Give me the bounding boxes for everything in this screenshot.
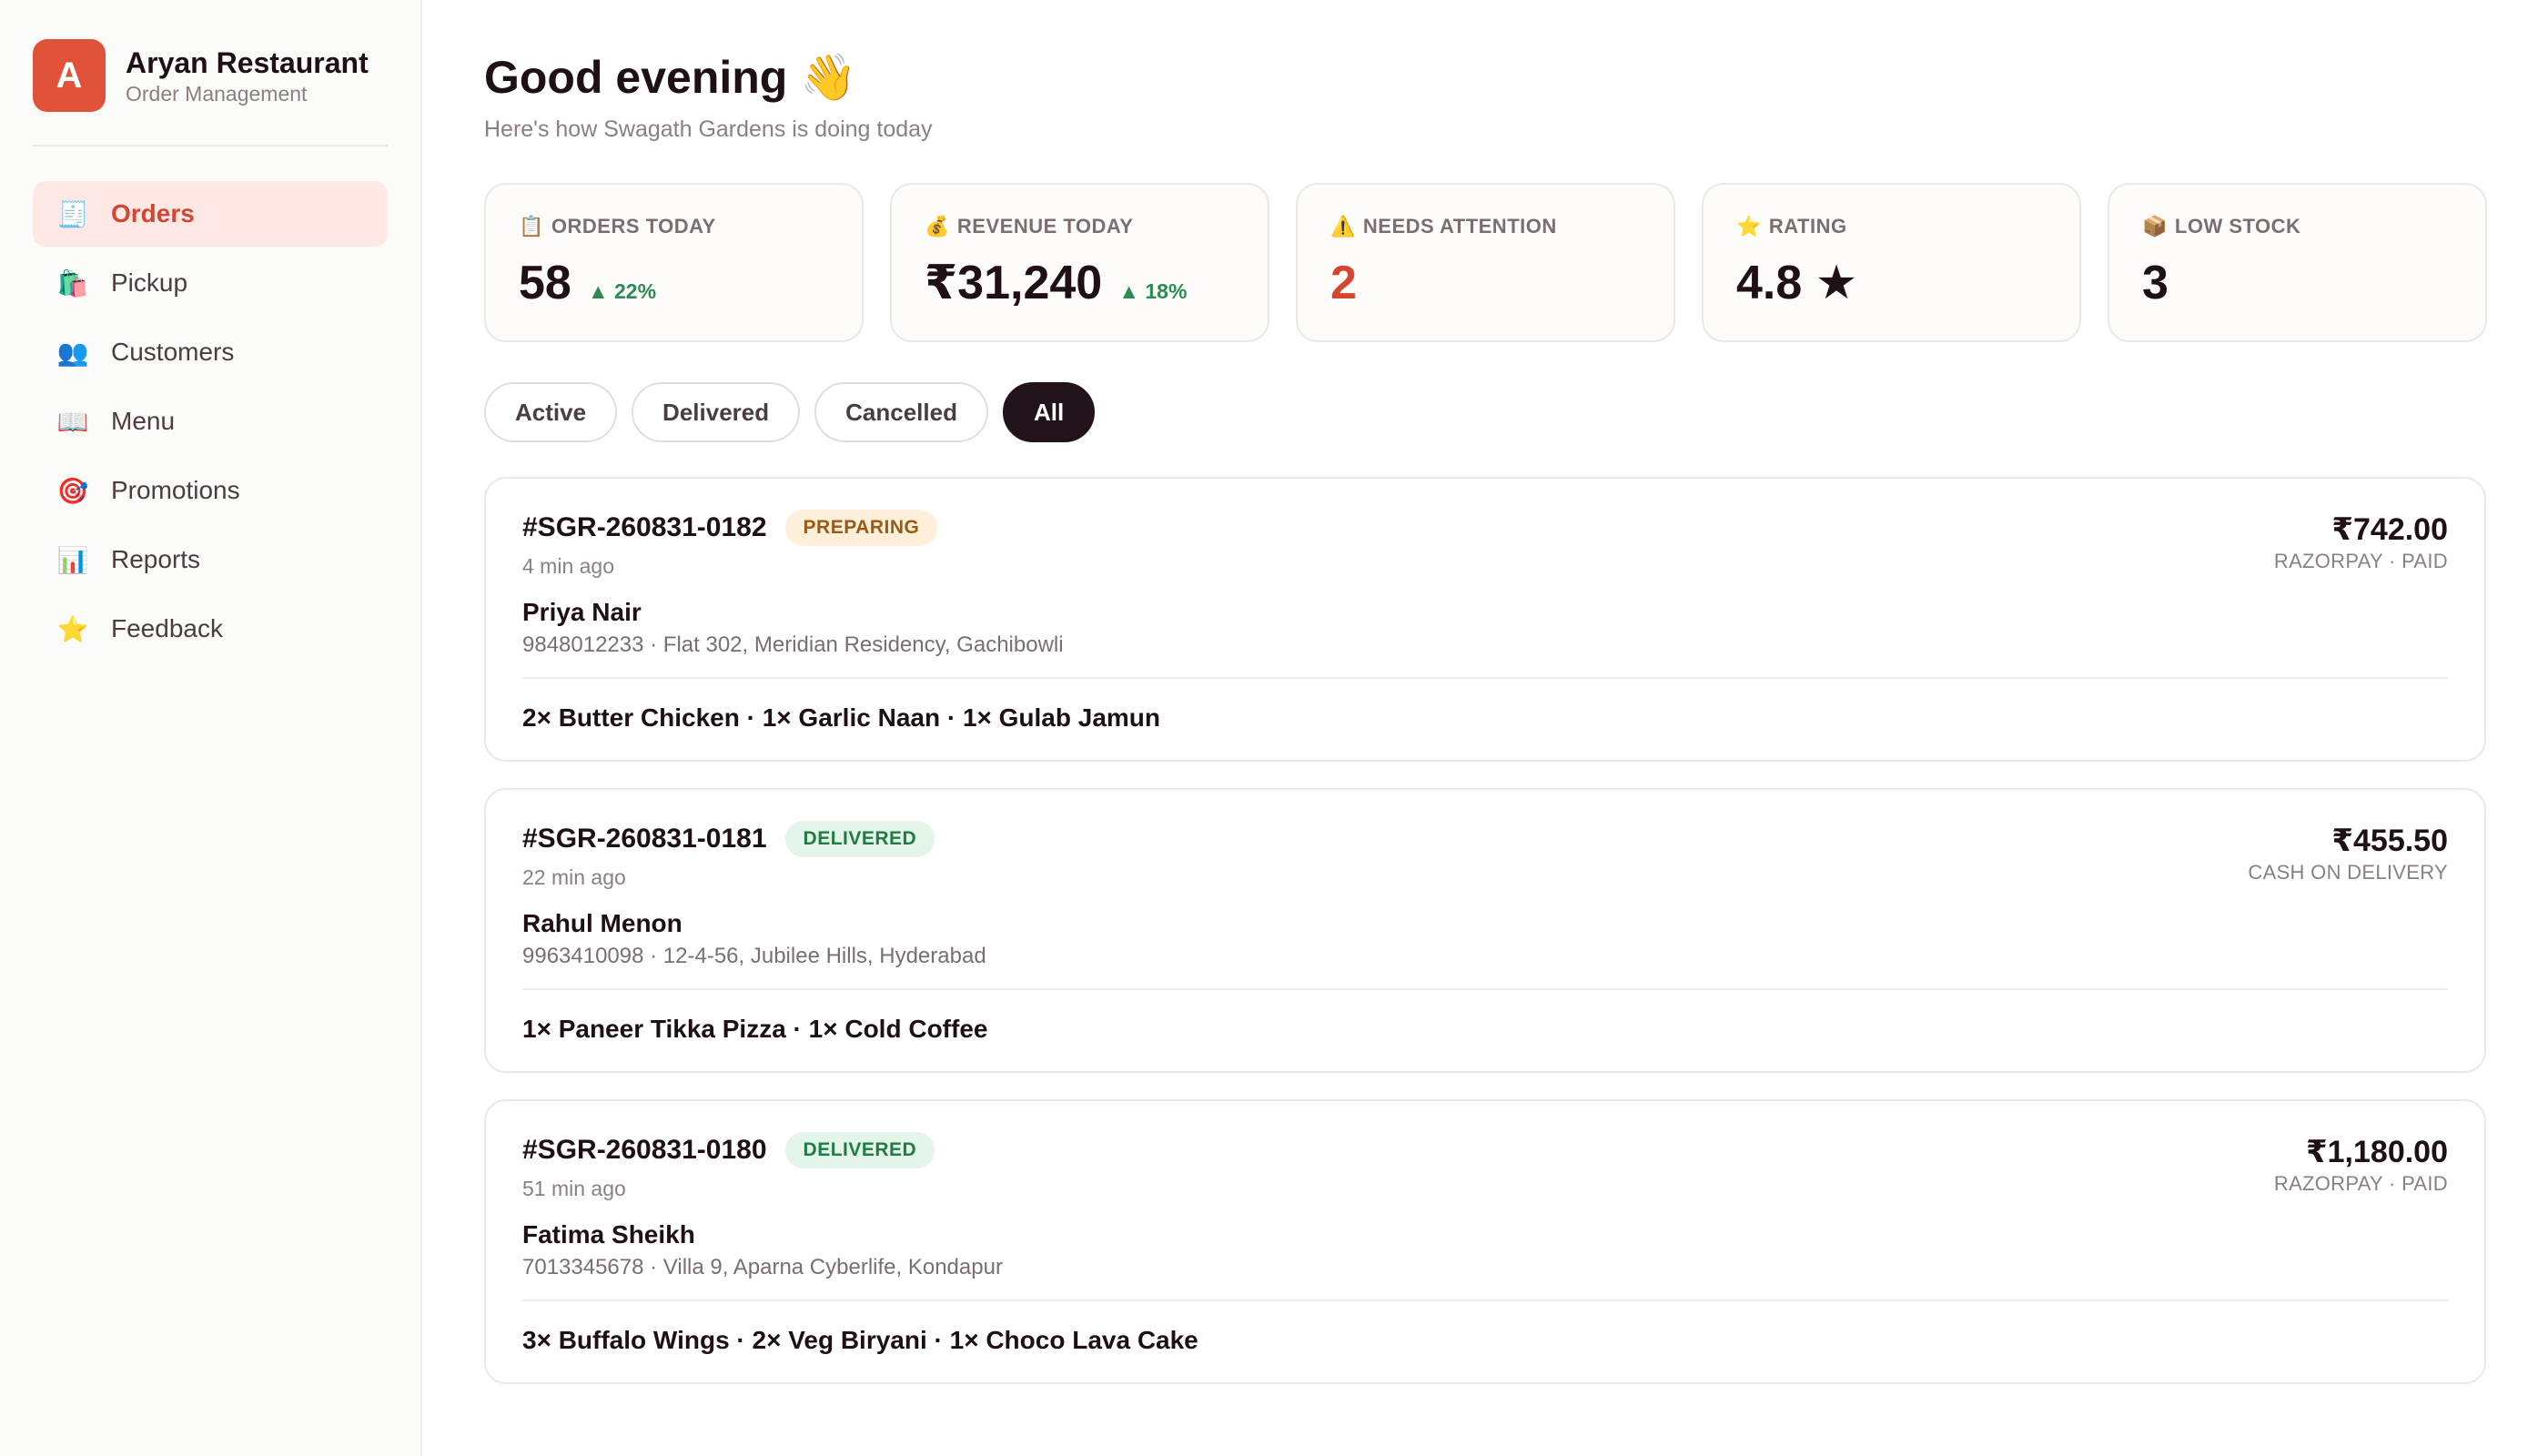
brand-logo: A xyxy=(33,39,106,112)
target-icon: 🎯 xyxy=(56,476,89,505)
brand-text: Aryan Restaurant Order Management xyxy=(126,46,369,106)
money-bag-icon: 💰 xyxy=(925,215,950,238)
sidebar-nav: 🧾 Orders 🛍️ Pickup 👥 Customers 📖 Menu 🎯 … xyxy=(33,181,388,662)
sidebar-item-orders[interactable]: 🧾 Orders xyxy=(33,181,388,247)
order-items: 3× Buffalo Wings · 2× Veg Biryani · 1× C… xyxy=(522,1326,1198,1354)
status-badge: DELIVERED xyxy=(784,1132,935,1168)
filter-cancelled[interactable]: Cancelled xyxy=(814,382,988,442)
order-card[interactable]: #SGR-260831-0182 PREPARING 4 min ago ₹74… xyxy=(484,477,2486,762)
filter-delivered[interactable]: Delivered xyxy=(632,382,801,442)
filter-active[interactable]: Active xyxy=(484,382,618,442)
order-amount: ₹742.00 xyxy=(2331,512,2448,547)
stat-delta: ▲ 22% xyxy=(587,279,657,303)
payment-status: RAZORPAY · PAID xyxy=(2273,1172,2448,1195)
sidebar-item-promotions[interactable]: 🎯 Promotions xyxy=(33,458,388,523)
filter-all[interactable]: All xyxy=(1002,382,1096,442)
sidebar-item-label: Promotions xyxy=(111,476,240,504)
order-divider xyxy=(522,988,2448,990)
sidebar-item-label: Orders xyxy=(111,199,195,228)
shopping-bags-icon: 🛍️ xyxy=(56,268,89,298)
customer-contact: 9963410098 · 12-4-56, Jubilee Hills, Hyd… xyxy=(522,944,986,968)
stat-label: RATING xyxy=(1768,215,1847,238)
stat-card-orders-today: 📋 ORDERS TODAY 58 ▲ 22% xyxy=(484,183,864,342)
status-badge: PREPARING xyxy=(784,510,938,546)
stat-card-rating: ⭐ RATING 4.8 ★ xyxy=(1702,183,2081,342)
customer-name: Priya Nair xyxy=(522,598,642,626)
page-title: Good evening 👋 xyxy=(484,52,857,103)
stat-value: 58 xyxy=(519,257,571,309)
stat-value: 3 xyxy=(2142,257,2169,309)
order-id: #SGR-260831-0181 xyxy=(522,824,767,854)
sidebar-item-label: Menu xyxy=(111,407,176,435)
people-icon: 👥 xyxy=(56,338,89,367)
brand: A Aryan Restaurant Order Management xyxy=(33,39,388,112)
warning-icon: ⚠️ xyxy=(1330,215,1356,238)
sidebar-item-reports[interactable]: 📊 Reports xyxy=(33,527,388,592)
sidebar-item-menu[interactable]: 📖 Menu xyxy=(33,389,388,454)
sidebar-item-label: Feedback xyxy=(111,614,223,642)
order-filter-tabs: Active Delivered Cancelled All xyxy=(484,382,2487,442)
customer-name: Fatima Sheikh xyxy=(522,1220,695,1249)
sidebar-item-label: Reports xyxy=(111,545,201,573)
bar-chart-icon: 📊 xyxy=(56,545,89,574)
order-divider xyxy=(522,677,2448,679)
stat-label: LOW STOCK xyxy=(2174,215,2301,238)
order-id: #SGR-260831-0180 xyxy=(522,1135,767,1165)
stat-label: ORDERS TODAY xyxy=(551,215,716,238)
order-divider xyxy=(522,1299,2448,1301)
order-items: 1× Paneer Tikka Pizza · 1× Cold Coffee xyxy=(522,1015,988,1043)
customer-contact: 9848012233 · Flat 302, Meridian Residenc… xyxy=(522,632,1064,657)
sidebar: A Aryan Restaurant Order Management 🧾 Or… xyxy=(0,0,422,1456)
star-icon: ⭐ xyxy=(1736,215,1762,238)
stat-label: REVENUE TODAY xyxy=(956,215,1134,238)
stat-delta: ▲ 18% xyxy=(1118,279,1188,303)
stat-label: NEEDS ATTENTION xyxy=(1362,215,1557,238)
stats-row: 📋 ORDERS TODAY 58 ▲ 22% 💰 REVENUE TODAY … xyxy=(484,183,2487,342)
customer-contact: 7013345678 · Villa 9, Aparna Cyberlife, … xyxy=(522,1255,1003,1279)
payment-status: CASH ON DELIVERY xyxy=(2248,861,2448,884)
order-time: 22 min ago xyxy=(522,865,626,889)
sidebar-item-label: Customers xyxy=(111,338,235,366)
page-subtitle: Here's how Swagath Gardens is doing toda… xyxy=(484,116,933,142)
sidebar-item-customers[interactable]: 👥 Customers xyxy=(33,319,388,385)
sidebar-item-label: Pickup xyxy=(111,268,188,297)
star-icon: ⭐ xyxy=(56,614,89,643)
payment-status: RAZORPAY · PAID xyxy=(2273,550,2448,572)
order-time: 4 min ago xyxy=(522,554,615,578)
order-items: 2× Butter Chicken · 1× Garlic Naan · 1× … xyxy=(522,703,1161,732)
status-badge: DELIVERED xyxy=(784,821,935,857)
stat-card-needs-attention[interactable]: ⚠️ NEEDS ATTENTION 2 xyxy=(1296,183,1675,342)
brand-subtitle: Order Management xyxy=(126,81,308,106)
order-card[interactable]: #SGR-260831-0180 DELIVERED 51 min ago ₹1… xyxy=(484,1099,2486,1384)
app-root: A Aryan Restaurant Order Management 🧾 Or… xyxy=(0,0,2548,1456)
order-list: #SGR-260831-0182 PREPARING 4 min ago ₹74… xyxy=(484,477,2487,1384)
order-id: #SGR-260831-0182 xyxy=(522,512,767,542)
customer-name: Rahul Menon xyxy=(522,909,682,937)
sidebar-item-feedback[interactable]: ⭐ Feedback xyxy=(33,596,388,662)
order-card[interactable]: #SGR-260831-0181 DELIVERED 22 min ago ₹4… xyxy=(484,788,2486,1073)
stat-value: 2 xyxy=(1330,257,1357,309)
book-icon: 📖 xyxy=(56,407,89,436)
order-amount: ₹1,180.00 xyxy=(2305,1135,2448,1169)
receipt-icon: 🧾 xyxy=(56,199,89,228)
package-icon: 📦 xyxy=(2142,215,2168,238)
stat-card-low-stock[interactable]: 📦 LOW STOCK 3 xyxy=(2108,183,2487,342)
brand-name: Aryan Restaurant xyxy=(126,46,369,79)
order-amount: ₹455.50 xyxy=(2331,824,2448,858)
sidebar-item-pickup[interactable]: 🛍️ Pickup xyxy=(33,250,388,316)
order-time: 51 min ago xyxy=(522,1177,626,1200)
main-content: Good evening 👋 Here's how Swagath Garden… xyxy=(422,0,2548,1456)
stat-card-revenue-today: 💰 REVENUE TODAY ₹31,240 ▲ 18% xyxy=(890,183,1269,342)
stat-value: 4.8 ★ xyxy=(1736,257,1858,309)
sidebar-divider xyxy=(33,145,388,147)
clipboard-icon: 📋 xyxy=(519,215,544,238)
stat-value: ₹31,240 xyxy=(925,257,1103,309)
